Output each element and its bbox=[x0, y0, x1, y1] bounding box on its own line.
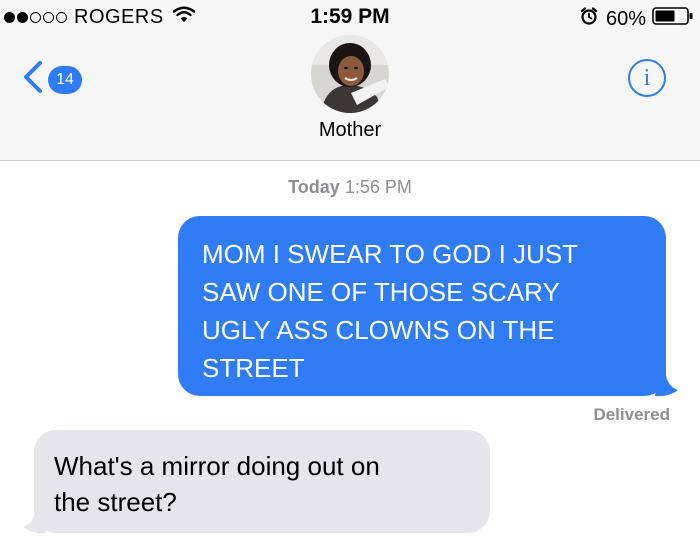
message-timestamp: Today 1:56 PM bbox=[0, 177, 700, 198]
conversation-header: ROGERS 1:59 PM 60% 14 Mother i bbox=[0, 0, 700, 161]
timestamp-time: 1:56 PM bbox=[344, 177, 412, 197]
battery-percent: 60% bbox=[605, 7, 646, 30]
info-icon[interactable]: i bbox=[628, 59, 666, 97]
received-bubble-tail bbox=[23, 503, 48, 534]
message-line: SAW ONE OF THOSE SCARY bbox=[202, 277, 560, 307]
message-line: UGLY ASS CLOWNS ON THE bbox=[202, 315, 555, 345]
message-line: MOM I SWEAR TO GOD I JUST bbox=[202, 239, 579, 269]
sent-bubble-tail bbox=[653, 366, 678, 397]
sent-message-bubble[interactable]: MOM I SWEAR TO GOD I JUST SAW ONE OF THO… bbox=[178, 216, 666, 396]
contact-name[interactable]: Mother bbox=[0, 119, 700, 142]
received-message-bubble[interactable]: What's a mirror doing out on the street? bbox=[34, 430, 490, 533]
timestamp-day: Today bbox=[288, 177, 340, 197]
unread-count-badge: 14 bbox=[48, 65, 82, 94]
message-line: What's a mirror doing out on bbox=[54, 451, 380, 481]
delivery-status: Delivered bbox=[593, 405, 670, 424]
message-line: STREET bbox=[202, 353, 305, 383]
contact-avatar[interactable] bbox=[311, 35, 389, 113]
battery-icon bbox=[652, 6, 694, 32]
alarm-icon bbox=[580, 7, 598, 31]
message-line: the street? bbox=[54, 487, 177, 517]
chevron-left-icon bbox=[22, 60, 44, 99]
back-button[interactable]: 14 bbox=[22, 60, 82, 99]
status-bar: ROGERS 1:59 PM 60% bbox=[0, 0, 700, 36]
status-right: 60% bbox=[580, 6, 694, 32]
